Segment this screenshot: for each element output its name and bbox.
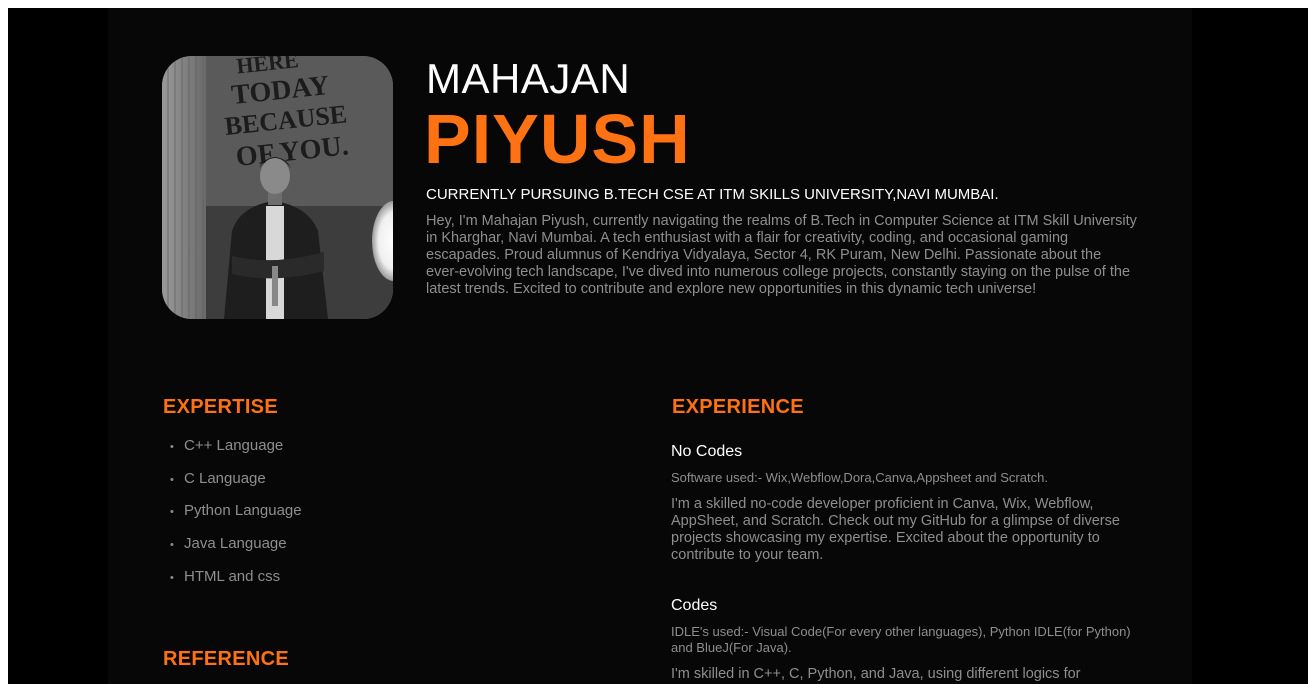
list-item: • C Language: [170, 466, 302, 499]
job-tools: IDLE's used:- Visual Code(For every othe…: [671, 624, 1131, 655]
experience-heading: EXPERIENCE: [672, 396, 804, 418]
job-title: No Codes: [671, 443, 743, 460]
expertise-heading: EXPERTISE: [163, 396, 278, 418]
portfolio-page: HERE TODAY BECAUSE OF YOU. MAHAJAN PIYUS…: [108, 8, 1192, 684]
job-description: I'm a skilled no-code developer proficie…: [671, 496, 1120, 563]
experience-item-no-codes: No Codes Software used:- Wix,Webflow,Dor…: [671, 442, 1141, 564]
list-item: • HTML and css: [170, 564, 302, 597]
skill-label: HTML and css: [184, 567, 281, 585]
bio-paragraph: Hey, I'm Mahajan Piyush, currently navig…: [426, 213, 1137, 297]
bullet-icon: •: [170, 506, 174, 519]
list-item: • C++ Language: [170, 433, 302, 466]
profile-photo: HERE TODAY BECAUSE OF YOU.: [162, 56, 393, 319]
bullet-icon: •: [170, 571, 174, 584]
reference-heading: REFERENCE: [163, 648, 290, 670]
bullet-icon: •: [170, 539, 174, 552]
profile-photo-image: HERE TODAY BECAUSE OF YOU.: [162, 56, 393, 319]
job-description: I'm skilled in C++, C, Python, and Java,…: [671, 666, 1081, 682]
bullet-icon: •: [170, 473, 174, 486]
expertise-list: • C++ Language • C Language • Python Langua…: [170, 433, 302, 596]
skill-label: C++ Language: [184, 437, 284, 454]
list-item: • Python Language: [170, 498, 302, 531]
first-name: MAHAJAN: [426, 55, 631, 102]
tagline: CURRENTLY PURSUING B.TECH CSE AT ITM SKI…: [426, 186, 999, 203]
job-tools: Software used:- Wix,Webflow,Dora,Canva,A…: [671, 470, 1048, 485]
experience-item-codes: Codes IDLE's used:- Visual Code(For ever…: [671, 596, 1141, 683]
browser-viewport: HERE TODAY BECAUSE OF YOU. MAHAJAN PIYUS…: [8, 8, 1308, 684]
job-title: Codes: [671, 597, 718, 614]
skill-label: C Language: [184, 469, 266, 487]
bullet-icon: •: [170, 441, 174, 453]
skill-label: Python Language: [184, 502, 302, 520]
last-name: PIYUSH: [424, 100, 691, 178]
skill-label: Java Language: [184, 535, 287, 553]
list-item: • Java Language: [170, 531, 302, 564]
